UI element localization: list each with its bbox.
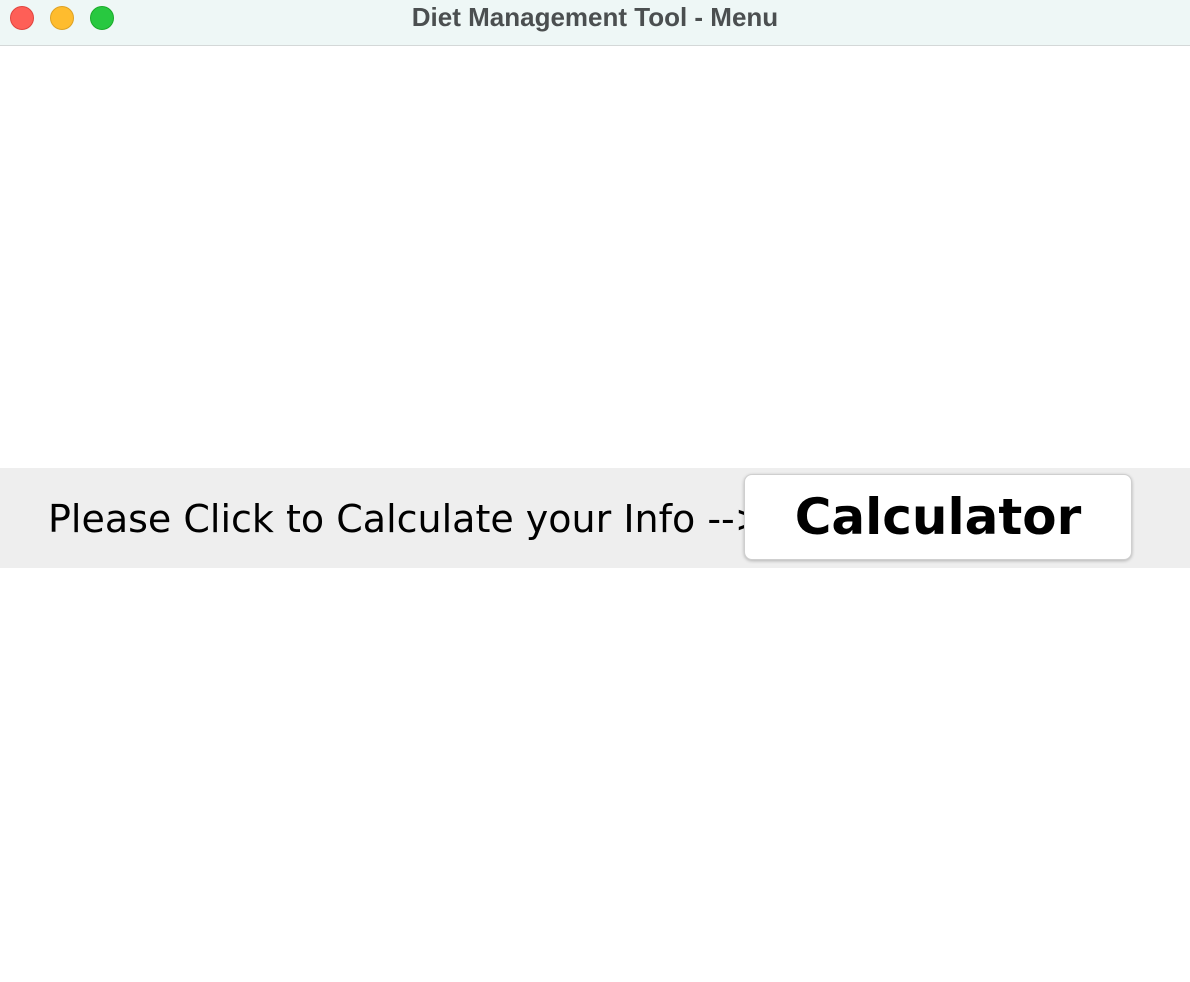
calculator-panel: Please Click to Calculate your Info --> … <box>0 468 1190 568</box>
calculate-prompt-label: Please Click to Calculate your Info --> <box>48 497 767 541</box>
title-bar[interactable]: Diet Management Tool - Menu <box>0 0 1190 46</box>
calculator-button-label: Calculator <box>794 488 1082 546</box>
calculator-button[interactable]: Calculator <box>744 474 1132 560</box>
window-title: Diet Management Tool - Menu <box>411 2 779 32</box>
app-window: Diet Management Tool - Menu Please Click… <box>0 0 1190 982</box>
